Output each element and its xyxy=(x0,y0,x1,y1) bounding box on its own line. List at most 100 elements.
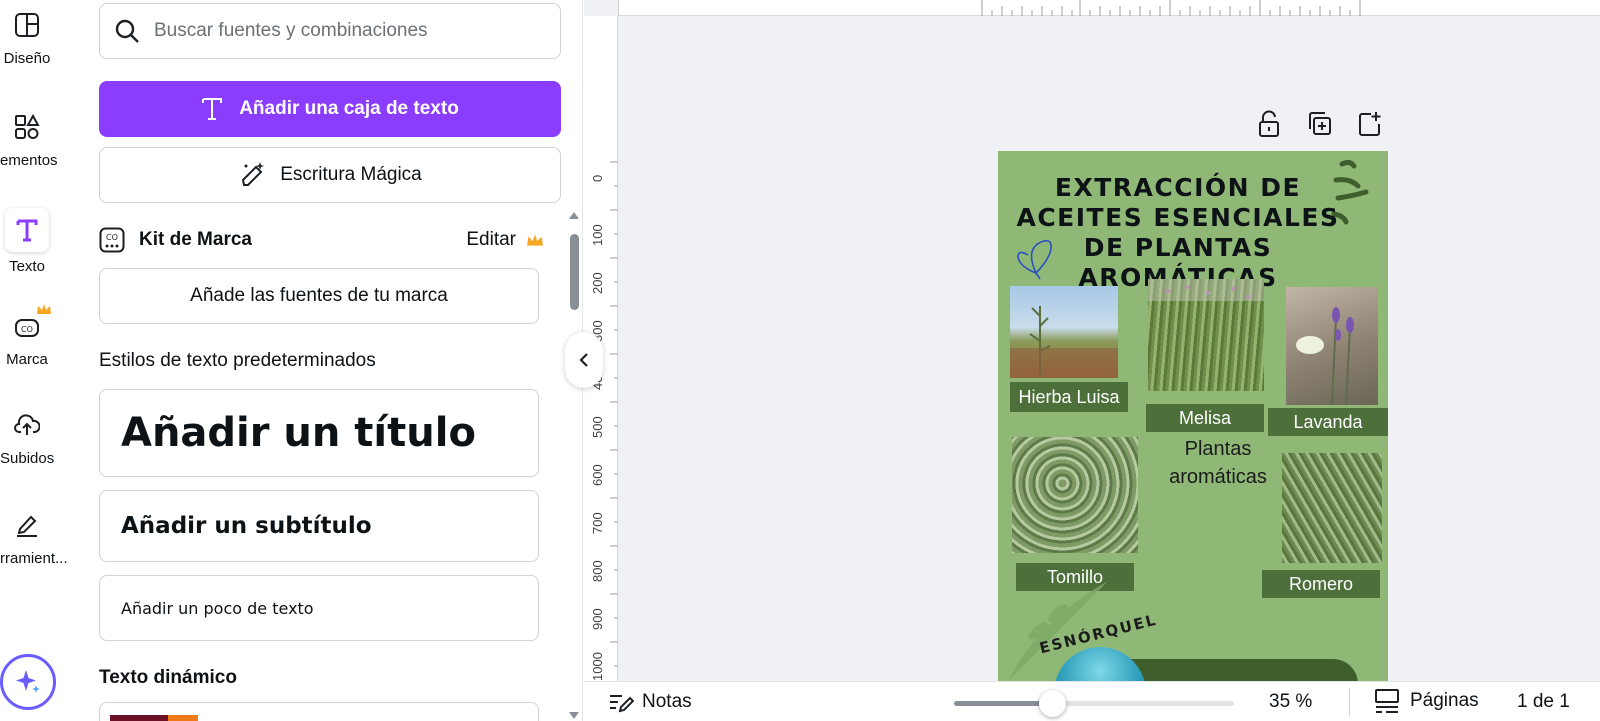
design-page[interactable]: EXTRACCIÓN DE ACEITES ESENCIALES DE PLAN… xyxy=(998,151,1388,681)
add-brand-fonts-button[interactable]: Añade las fuentes de tu marca xyxy=(99,268,539,324)
page-counter: 1 de 1 xyxy=(1517,691,1570,712)
divider xyxy=(1349,688,1350,716)
rail-label: Texto xyxy=(9,258,45,275)
scroll-up-icon[interactable] xyxy=(568,210,580,220)
photo-hierba-luisa[interactable] xyxy=(1010,286,1118,378)
lock-icon[interactable] xyxy=(1256,110,1282,138)
magic-pen-icon xyxy=(242,162,265,186)
brand-kit-label: Kit de Marca xyxy=(139,229,252,250)
zoom-slider[interactable] xyxy=(954,690,1234,717)
edit-brand-link[interactable]: Editar xyxy=(466,229,516,251)
brand-kit-icon: CO xyxy=(99,227,125,253)
ruler-mark: 0 xyxy=(590,174,605,182)
rail-label: Marca xyxy=(6,351,48,368)
dynamic-text-title: Texto dinámico xyxy=(99,667,237,688)
design-center-text[interactable]: Plantas aromáticas xyxy=(1158,435,1278,491)
scroll-down-icon[interactable] xyxy=(568,711,580,721)
add-body-label: Añadir un poco de texto xyxy=(121,598,314,618)
photo-romero[interactable] xyxy=(1282,453,1382,563)
canvas-area: 0 100 200 300 400 500 600 700 800 900 10… xyxy=(584,0,1600,681)
magic-write-label: Escritura Mágica xyxy=(280,164,422,185)
add-page-icon[interactable] xyxy=(1357,110,1383,138)
rail-item-text[interactable]: Texto xyxy=(0,208,54,275)
collapse-panel-button[interactable] xyxy=(565,332,603,388)
ruler-top xyxy=(617,0,1600,16)
search-icon xyxy=(115,19,139,43)
add-subtitle-card[interactable]: Añadir un subtítulo xyxy=(99,490,539,562)
ruler-mark: 100 xyxy=(590,224,605,246)
rail-item-tools[interactable]: rramient... xyxy=(0,512,68,567)
add-brand-fonts-label: Añade las fuentes de tu marca xyxy=(190,285,448,306)
ruler-mark: 600 xyxy=(590,464,605,486)
notes-label: Notas xyxy=(642,691,692,712)
duplicate-page-icon[interactable] xyxy=(1307,110,1333,138)
add-body-card[interactable]: Añadir un poco de texto xyxy=(99,575,539,641)
notes-button[interactable]: Notas xyxy=(608,690,692,714)
svg-text:CO: CO xyxy=(21,325,33,334)
label-hierba-luisa[interactable]: Hierba Luisa xyxy=(1010,382,1128,412)
ruler-mark: 700 xyxy=(590,512,605,534)
panel-scrollbar[interactable] xyxy=(567,210,581,721)
add-title-card[interactable]: Añadir un título xyxy=(99,389,539,477)
elements-icon xyxy=(15,114,40,139)
zoom-slider-fill xyxy=(954,701,1052,706)
rail-item-brand[interactable]: CO Marca xyxy=(0,304,54,368)
svg-text:CO: CO xyxy=(106,233,118,242)
label-melisa[interactable]: Melisa xyxy=(1146,404,1264,432)
butterfly-icon xyxy=(1017,239,1052,280)
photo-melisa[interactable] xyxy=(1148,279,1264,391)
chevron-left-icon xyxy=(579,353,588,367)
ruler-mark: 500 xyxy=(590,416,605,438)
dynamic-text-swatch xyxy=(168,715,198,721)
ruler-mark: 900 xyxy=(590,608,605,630)
text-icon xyxy=(16,219,38,242)
label-romero[interactable]: Romero xyxy=(1262,570,1380,598)
plant-illustration xyxy=(1010,306,1118,378)
add-textbox-button[interactable]: Añadir una caja de texto xyxy=(99,81,561,137)
layout-icon xyxy=(15,13,39,37)
photo-tomillo[interactable] xyxy=(1012,437,1138,553)
side-rail: Diseño ementos Texto CO Marca Subidos rr… xyxy=(0,0,82,721)
text-icon xyxy=(202,98,223,120)
magic-assistant-button[interactable] xyxy=(0,654,56,710)
search-box[interactable]: Buscar fuentes y combinaciones xyxy=(99,3,561,59)
rail-item-elements[interactable]: ementos xyxy=(0,114,58,169)
pages-button[interactable]: Páginas xyxy=(1374,688,1479,714)
bottom-bar: Notas 35 % Páginas 1 de 1 xyxy=(584,681,1600,721)
label-lavanda[interactable]: Lavanda xyxy=(1268,408,1388,436)
notes-icon xyxy=(610,695,634,713)
text-panel: Buscar fuentes y combinaciones Añadir un… xyxy=(82,0,583,721)
add-title-label: Añadir un título xyxy=(121,410,476,456)
scroll-thumb[interactable] xyxy=(570,234,579,310)
flower-dots xyxy=(1148,279,1264,301)
rail-label: rramient... xyxy=(0,550,68,567)
rail-item-text-active xyxy=(5,208,49,252)
ruler-mark: 1000 xyxy=(590,652,605,681)
upload-icon xyxy=(14,414,40,435)
crown-icon xyxy=(527,234,543,246)
rail-label: Subidos xyxy=(0,450,55,467)
ruler-mark: 800 xyxy=(590,560,605,582)
ruler-mark: 200 xyxy=(590,272,605,294)
rail-label: ementos xyxy=(0,152,58,169)
pages-label: Páginas xyxy=(1410,690,1479,711)
ruler-top-ticks xyxy=(617,0,1361,16)
lavender-illustration xyxy=(1296,307,1354,406)
brand-icon: CO xyxy=(15,319,39,337)
photo-lavanda[interactable] xyxy=(1286,287,1378,406)
add-subtitle-label: Añadir un subtítulo xyxy=(121,513,372,539)
rail-label: Diseño xyxy=(3,50,51,67)
rail-item-design[interactable]: Diseño xyxy=(0,12,54,67)
tools-icon xyxy=(17,515,37,537)
magic-write-button[interactable]: Escritura Mágica xyxy=(99,147,561,203)
dynamic-text-swatch xyxy=(110,715,168,721)
zoom-level[interactable]: 35 % xyxy=(1269,691,1312,713)
rail-item-uploads[interactable]: Subidos xyxy=(0,412,54,467)
sparkle-icon xyxy=(16,670,40,693)
dynamic-text-card[interactable] xyxy=(99,702,539,721)
brand-kit-row: CO Kit de Marca Editar xyxy=(99,224,544,256)
search-input[interactable]: Buscar fuentes y combinaciones xyxy=(154,20,428,42)
default-styles-title: Estilos de texto predeterminados xyxy=(99,350,376,371)
zoom-slider-knob[interactable] xyxy=(1039,690,1066,717)
add-textbox-label: Añadir una caja de texto xyxy=(239,98,459,119)
